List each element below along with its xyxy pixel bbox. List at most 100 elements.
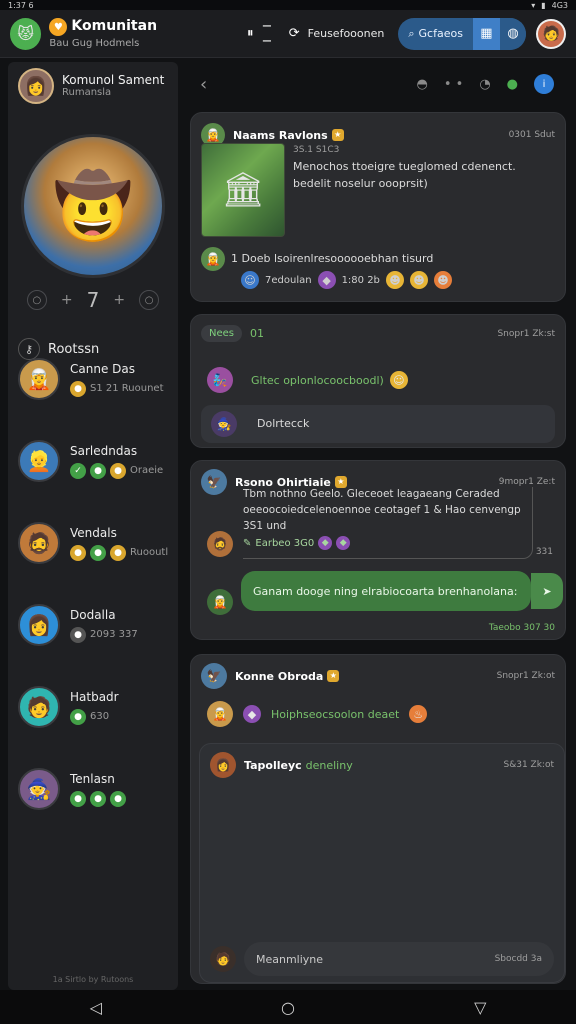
- recents-nav-icon[interactable]: ▽: [474, 998, 486, 1017]
- clock-icon[interactable]: ◔: [479, 77, 490, 92]
- avatar: 👩: [18, 68, 54, 104]
- avatar: 👩: [18, 604, 60, 646]
- contact-meta: 630: [90, 711, 110, 722]
- bubble-text: Ganam dooge ning elrabiocoarta brenhanol…: [253, 584, 518, 598]
- circle-right-icon[interactable]: ○: [139, 290, 160, 310]
- gem-icon[interactable]: ◆: [318, 536, 333, 551]
- wow-icon[interactable]: ☻: [433, 271, 452, 289]
- plus-icon: +: [113, 292, 126, 308]
- post-time: 9mopr1 Ze:t: [498, 477, 555, 487]
- more-icon[interactable]: • •: [444, 77, 463, 92]
- back-icon[interactable]: ‹: [200, 74, 207, 95]
- avatar: 🧝: [207, 589, 233, 615]
- post-card[interactable]: 🦅 Rsono Ohirtiaie ★ 9mopr1 Ze:t Tbm noth…: [190, 460, 566, 640]
- info-icon[interactable]: i: [534, 74, 554, 94]
- contact-name: Canne Das: [70, 361, 135, 376]
- contact-item[interactable]: 🧙 Tenlasn ● ● ●: [18, 768, 126, 810]
- reaction-count: 1:80 2b: [341, 274, 380, 286]
- stat-row: ○ + 7 + ○: [8, 288, 178, 312]
- coin-icon: ●: [110, 462, 126, 479]
- contact-item[interactable]: 🧝 Canne Das ● S1 21 Ruounet: [18, 358, 164, 400]
- post-author: Konne Obroda: [235, 669, 324, 683]
- chat-icon[interactable]: ◍: [499, 17, 527, 50]
- input-placeholder: Meanmliyne: [256, 952, 324, 966]
- leaf-icon: ●: [70, 790, 86, 807]
- section-header[interactable]: ⚷ Rootssn: [8, 338, 178, 360]
- gem-icon[interactable]: ◆: [243, 705, 261, 723]
- reply-row[interactable]: 🧙 Dolrtecck: [201, 405, 555, 443]
- stat-value: 7: [86, 288, 100, 312]
- post-card[interactable]: 🦅 Konne Obroda ★ Snopr1 Zk:ot 🧝 ◆ Hoiphs…: [190, 654, 566, 984]
- sidebar-user-header[interactable]: 👩 Komunol Sament Rumansla: [8, 62, 178, 110]
- tag-badge[interactable]: Nees: [201, 325, 242, 342]
- profile-avatar[interactable]: 🧑: [536, 18, 566, 49]
- avatar: 🦅: [201, 469, 227, 495]
- send-icon[interactable]: ➤: [531, 573, 563, 609]
- message-input[interactable]: Meanmliyne Sbocdd 3a: [244, 942, 554, 976]
- minus-icon[interactable]: −−: [262, 19, 281, 49]
- contact-name: Sarledndas: [70, 443, 138, 458]
- avatar: 🧞: [207, 367, 233, 393]
- center-label: Feusefooonen: [307, 27, 385, 40]
- back-nav-icon[interactable]: ◁: [90, 998, 102, 1017]
- system-nav-bar: ◁ ○ ▽: [0, 990, 576, 1024]
- plus-icon: +: [60, 292, 73, 308]
- contact-item[interactable]: 🧑 Hatbadr ● 630: [18, 686, 119, 728]
- leaf-icon[interactable]: ●: [507, 77, 518, 92]
- post-text: Menochos ttoeigre tueglomed cdenenct. be…: [293, 160, 516, 190]
- leaf-icon: ●: [90, 544, 106, 561]
- contact-item[interactable]: 🧔 Vendals ● ● ● Ruooutl: [18, 522, 168, 564]
- contact-name: Vendals: [70, 525, 117, 540]
- avatar: 🧝: [18, 358, 60, 400]
- laugh-icon[interactable]: ☻: [409, 271, 428, 289]
- search-icon: ⌕: [408, 26, 415, 40]
- fire-icon[interactable]: ♨: [409, 705, 428, 723]
- sidebar: 👩 Komunol Sament Rumansla 🤠 ○ + 7 + ○ ⚷ …: [8, 62, 178, 990]
- coin-icon: ●: [70, 544, 86, 561]
- post-image[interactable]: 🏛: [201, 143, 285, 237]
- gem-icon[interactable]: ◆: [336, 536, 351, 551]
- section-label: Rootssn: [48, 341, 100, 357]
- contact-name: Hatbadr: [70, 689, 119, 704]
- reply-text: 1 Doeb lsoirenlresoooooebhan tisurd: [231, 251, 434, 265]
- profile-large-avatar[interactable]: 🤠: [21, 134, 165, 278]
- input-meta: Sbocdd 3a: [494, 954, 542, 964]
- leaf-icon: ●: [110, 790, 126, 807]
- smile-icon[interactable]: ☺: [389, 371, 408, 389]
- post-card[interactable]: 🧝 Naams Ravlons ★ 0301 Sdut 🏛 3S.1 S1C3 …: [190, 112, 566, 302]
- contact-meta: Ruooutl: [130, 547, 169, 558]
- post-inline: Earbeo 3G0: [255, 537, 315, 549]
- avatar: 👩: [210, 752, 236, 778]
- circle-left-icon[interactable]: ○: [26, 290, 47, 310]
- refresh-icon[interactable]: ⟳: [289, 26, 300, 41]
- post-card[interactable]: Nees 01 Snopr1 Zk:st 🧞 Gltec oplonlocooc…: [190, 314, 566, 448]
- sidebar-user-sub: Rumansla: [62, 87, 112, 99]
- appbar-center: ⏸ −− ⟳ Feusefooonen: [247, 19, 384, 49]
- search-bar[interactable]: ⌕ Gcfaeos ▦ ◍: [398, 17, 527, 50]
- post-line: Gltec oplonlocoocboodl): [251, 373, 384, 387]
- gallery-icon[interactable]: ▦: [472, 17, 500, 50]
- pause-icon[interactable]: ⏸: [247, 26, 254, 41]
- grin-icon[interactable]: ☻: [385, 271, 404, 289]
- signal-icon: ▮: [541, 0, 546, 10]
- contact-item[interactable]: 👱 Sarledndas ✓ ● ● Oraeie: [18, 440, 163, 482]
- gem-icon[interactable]: ◆: [317, 271, 336, 289]
- avatar: 🧙: [211, 411, 237, 437]
- leaf-icon: ●: [70, 708, 86, 725]
- smile-icon[interactable]: ☺: [241, 271, 259, 289]
- avatar: 🧔: [207, 531, 233, 557]
- home-nav-icon[interactable]: ○: [281, 998, 295, 1017]
- avatar: 🧝: [201, 247, 225, 271]
- message-bubble[interactable]: Ganam dooge ning elrabiocoarta brenhanol…: [241, 571, 531, 611]
- app-bar: 😾 ♥ Komunitan Bau Gug Hodmels ⏸ −− ⟳ Feu…: [0, 10, 576, 58]
- ghost-icon[interactable]: ◓: [417, 77, 428, 92]
- app-title: Komunitan: [71, 18, 158, 35]
- brand: ♥ Komunitan Bau Gug Hodmels: [49, 18, 157, 49]
- app-logo-icon[interactable]: 😾: [10, 17, 42, 50]
- post-author: Naams Ravlons: [233, 128, 328, 142]
- tag-count: 01: [250, 327, 264, 340]
- status-bar: 1:37 6 ▾ ▮ 4G3: [0, 0, 576, 10]
- contact-item[interactable]: 👩 Dodalla ● 2093 337: [18, 604, 138, 646]
- wifi-icon: ▾: [531, 0, 536, 10]
- avatar: 🧑: [18, 686, 60, 728]
